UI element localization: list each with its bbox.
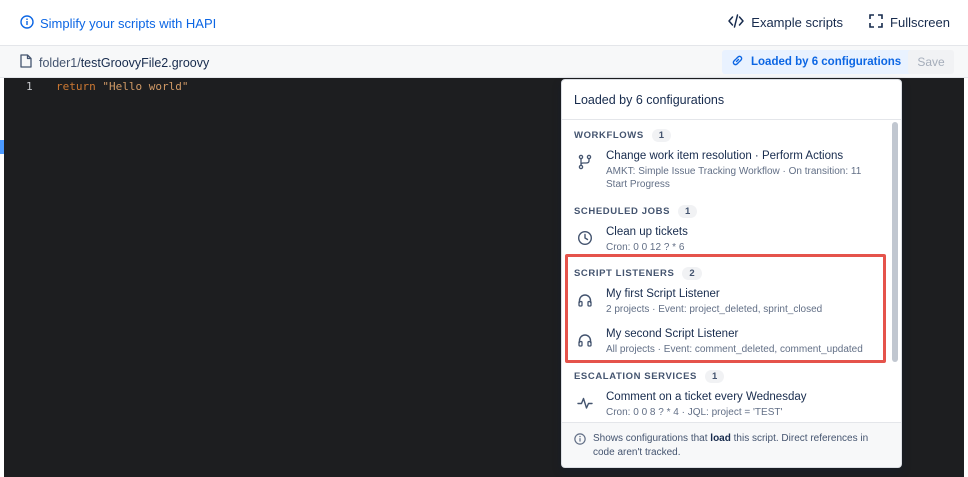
dropdown-scrollbar[interactable]: [892, 122, 898, 362]
item-subtitle: 2 projects · Event: project_deleted, spr…: [606, 304, 823, 315]
item-title: Clean up tickets: [606, 226, 688, 238]
example-scripts-button[interactable]: Example scripts: [728, 14, 843, 31]
item-subtitle: Cron: 0 0 8 ? * 4 · JQL: project = 'TEST…: [606, 407, 783, 418]
save-button[interactable]: Save: [908, 50, 954, 74]
code-keyword: return: [56, 80, 96, 93]
footer-note: Shows configurations that load this scri…: [593, 432, 891, 460]
section-script-listeners: SCRIPT LISTENERS 2: [574, 267, 702, 280]
fullscreen-icon: [869, 14, 883, 31]
clock-icon: [574, 227, 596, 249]
top-bar: Simplify your scripts with HAPI Example …: [0, 0, 968, 46]
headphones-icon: [574, 289, 596, 311]
footer-text: Shows configurations that: [593, 433, 711, 444]
section-count-badge: 1: [704, 370, 725, 383]
item-title: Comment on a ticket every Wednesday: [606, 391, 807, 403]
dropdown-footer: Shows configurations that load this scri…: [562, 422, 901, 467]
configurations-dropdown: Loaded by 6 configurations WORKFLOWS 1 C…: [561, 79, 902, 468]
list-item-script-listener[interactable]: My first Script Listener 2 projects · Ev…: [574, 287, 889, 316]
section-count-badge: 1: [651, 129, 672, 142]
fullscreen-button[interactable]: Fullscreen: [869, 14, 950, 31]
configurations-list[interactable]: WORKFLOWS 1 Change work item resolution …: [562, 120, 892, 422]
headphones-icon: [574, 329, 596, 351]
info-icon: [20, 15, 34, 32]
item-title: My first Script Listener: [606, 288, 720, 300]
item-subtitle: All projects · Event: comment_deleted, c…: [606, 344, 863, 355]
loaded-by-configurations-button[interactable]: Loaded by 6 configurations: [722, 50, 928, 74]
item-subtitle: AMKT: Simple Issue Tracking Workflow · O…: [606, 166, 862, 177]
file-name: testGroovyFile2.groovy: [80, 55, 210, 70]
file-icon: [20, 54, 32, 71]
item-subtitle: Start Progress: [606, 179, 670, 190]
item-title: Change work item resolution · Perform Ac…: [606, 150, 844, 162]
code-line[interactable]: return "Hello world": [56, 80, 188, 93]
code-icon: [728, 14, 745, 31]
workflow-icon: [574, 151, 596, 173]
footer-bold-text: load: [710, 433, 731, 444]
list-item-escalation-service[interactable]: Comment on a ticket every Wednesday Cron…: [574, 390, 889, 419]
folder-name: folder1/: [39, 55, 81, 70]
section-workflows: WORKFLOWS 1: [574, 129, 672, 142]
file-bar: folder1/testGroovyFile2.groovy Loaded by…: [0, 46, 968, 78]
info-icon: [574, 433, 586, 460]
code-string: "Hello world": [102, 80, 189, 93]
section-title: ESCALATION SERVICES: [574, 371, 697, 382]
section-escalation-services: ESCALATION SERVICES 1: [574, 370, 725, 383]
example-scripts-label: Example scripts: [751, 15, 844, 30]
fullscreen-label: Fullscreen: [890, 15, 950, 30]
loaded-by-label: Loaded by 6 configurations: [751, 56, 902, 68]
hapi-link[interactable]: Simplify your scripts with HAPI: [20, 15, 216, 32]
pulse-icon: [574, 392, 596, 414]
section-title: WORKFLOWS: [574, 130, 644, 141]
dropdown-header: Loaded by 6 configurations: [562, 80, 901, 120]
link-icon: [731, 54, 744, 70]
section-title: SCHEDULED JOBS: [574, 206, 671, 217]
section-title: SCRIPT LISTENERS: [574, 268, 675, 279]
section-scheduled-jobs: SCHEDULED JOBS 1: [574, 205, 698, 218]
item-subtitle: Cron: 0 0 12 ? * 6: [606, 242, 685, 253]
line-number: 1: [26, 80, 33, 93]
section-count-badge: 2: [682, 267, 702, 280]
item-title: My second Script Listener: [606, 328, 739, 340]
list-item-scheduled-job[interactable]: Clean up tickets Cron: 0 0 12 ? * 6: [574, 225, 889, 254]
list-item-script-listener[interactable]: My second Script Listener All projects ·…: [574, 327, 889, 356]
hapi-link-label: Simplify your scripts with HAPI: [40, 16, 217, 31]
file-path: folder1/testGroovyFile2.groovy: [20, 54, 209, 71]
section-count-badge: 1: [678, 205, 698, 218]
list-item-workflow[interactable]: Change work item resolution · Perform Ac…: [574, 149, 889, 191]
